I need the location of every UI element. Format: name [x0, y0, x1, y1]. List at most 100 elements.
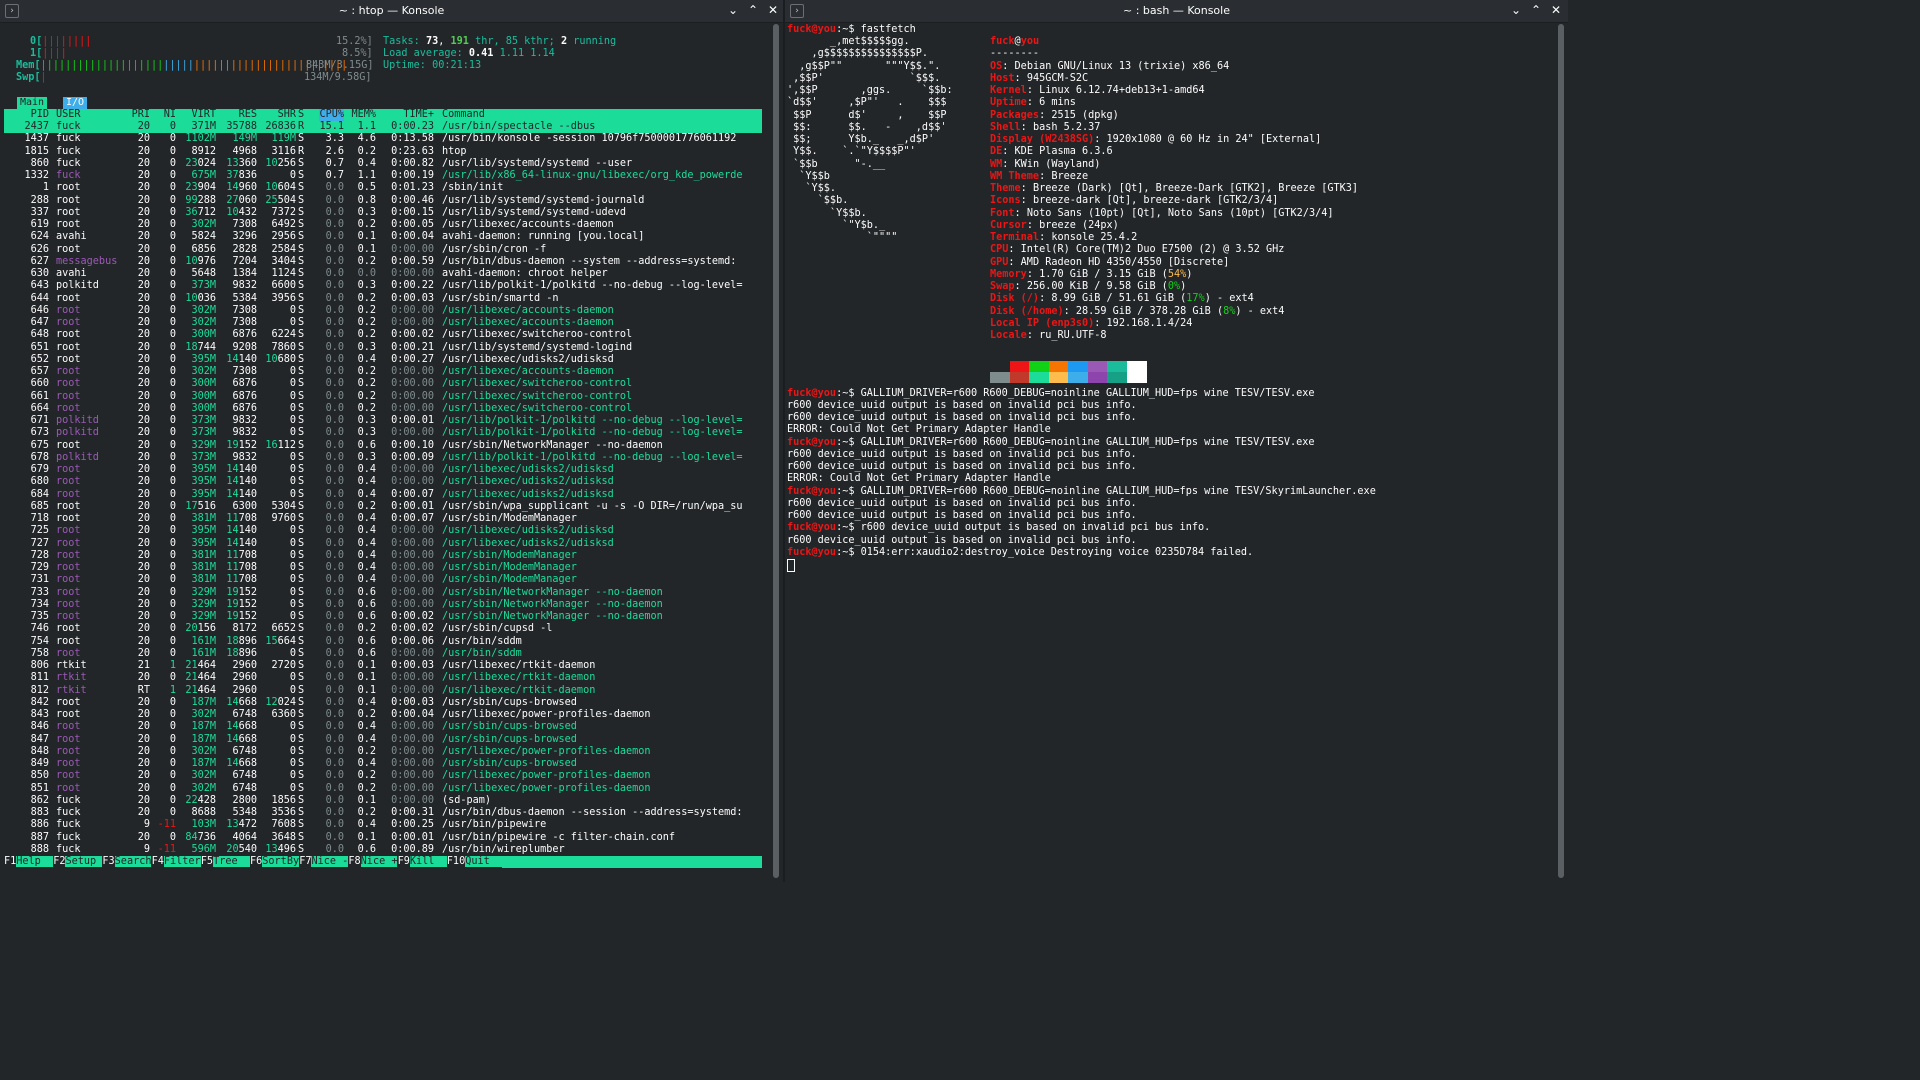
konsole-window-bash[interactable]: › ~ : bash — Konsole ⌄ ⌃ ✕ fuck@you:~$ f… [785, 0, 1568, 882]
column-header-ni[interactable]: NI [164, 109, 176, 121]
process-row[interactable]: 288 root 20 0 99288 27060 25504 S 0.0 0.8 0:00.46/… [4, 195, 762, 207]
process-row[interactable]: 725 root 20 0 395M 14140 0 S 0.0 0.4 0:00.00/usr/l… [4, 525, 762, 537]
column-header-virt[interactable]: VIRT [191, 109, 216, 121]
process-row[interactable]: 627 messagebus 20 0 10976 7204 3404 S 0.0 0.2 0:00… [4, 256, 762, 268]
process-row[interactable]: 678 polkitd 20 0 373M 9832 0 S 0.0 0.3 0:00.09/usr… [4, 452, 762, 464]
process-row[interactable]: 679 root 20 0 395M 14140 0 S 0.0 0.4 0:00.00/usr/l… [4, 464, 762, 476]
process-row[interactable]: 806 rtkit 21 1 21464 2960 2720 S 0.0 0.1 0:00.03/u… [4, 660, 762, 672]
process-row[interactable]: 843 root 20 0 302M 6748 6360 S 0.0 0.2 0:00.04/usr… [4, 709, 762, 721]
process-row[interactable]: 646 root 20 0 302M 7308 0 S 0.0 0.2 0:00.00/usr/li… [4, 305, 762, 317]
column-header-user[interactable]: USER [56, 109, 81, 121]
process-row[interactable]: 746 root 20 0 20156 8172 6652 S 0.0 0.2 0:00.02/us… [4, 623, 762, 635]
process-table-header[interactable]: PID USER PRI NI VIRT RES SHR S CPU% MEM% TIME+ Comm… [4, 109, 762, 122]
fkey-f2[interactable]: F2Setup [53, 856, 103, 868]
process-row[interactable]: 1 root 20 0 23904 14960 10604 S 0.0 0.5 0:01.23/sb… [4, 182, 762, 194]
column-header-mem[interactable]: MEM% [351, 109, 376, 121]
titlebar[interactable]: › ~ : bash — Konsole ⌄ ⌃ ✕ [785, 0, 1568, 23]
process-row[interactable]: 862 fuck 20 0 22428 2800 1856 S 0.0 0.1 0:00.00 (sd… [4, 795, 762, 807]
process-row[interactable]: 671 polkitd 20 0 373M 9832 0 S 0.0 0.3 0:00.01/usr… [4, 415, 762, 427]
process-row[interactable]: 888 fuck 9 -11 596M 20540 13496 S 0.0 0.6 0:00.89 /… [4, 844, 762, 856]
fkey-f10[interactable]: F10Quit [447, 856, 503, 868]
fkey-f5[interactable]: F5Tree [201, 856, 250, 868]
column-header-time[interactable]: TIME+ [403, 109, 434, 121]
process-row[interactable]: 630 avahi 20 0 5648 1384 1124 S 0.0 0.0 0:00.00 ava… [4, 268, 762, 280]
tab-io[interactable]: I/O [63, 97, 88, 109]
process-row[interactable]: 660 root 20 0 300M 6876 0 S 0.0 0.2 0:00.00/usr/li… [4, 378, 762, 390]
maximize-icon[interactable]: ⌃ [745, 2, 761, 18]
column-header-res[interactable]: RES [239, 109, 257, 121]
column-header-pri[interactable]: PRI [132, 109, 150, 121]
scrollbar[interactable] [773, 24, 779, 878]
process-row[interactable]: 661 root 20 0 300M 6876 0 S 0.0 0.2 0:00.00/usr/li… [4, 391, 762, 403]
fkey-f1[interactable]: F1Help [4, 856, 54, 868]
process-row[interactable]: 1437 fuck 20 0 1102M 149M 119M S 3.3 4.6 0:13.58/u… [4, 133, 762, 145]
process-row[interactable]: 644 root 20 0 10036 5384 3956 S 0.0 0.2 0:00.03/us… [4, 293, 762, 305]
process-row[interactable]: 718 root 20 0 381M 11708 9760 S 0.0 0.4 0:00.07/us… [4, 513, 762, 525]
terminal-cursor[interactable] [787, 559, 795, 573]
column-header-s[interactable]: S [298, 109, 304, 121]
process-row[interactable]: 652 root 20 0 395M 14140 10680 S 0.0 0.4 0:00.27/u… [4, 354, 762, 366]
process-row[interactable]: 673 polkitd 20 0 373M 9832 0 S 0.0 0.3 0:00.00/usr… [4, 427, 762, 439]
process-row[interactable]: 849 root 20 0 187M 14668 0 S 0.0 0.4 0:00.00/usr/s… [4, 758, 762, 770]
konsole-window-htop[interactable]: › ~ : htop — Konsole ⌄ ⌃ ✕ 0[|||||||| 15… [0, 0, 783, 882]
scrollbar-thumb[interactable] [1558, 24, 1564, 878]
scrollbar-thumb[interactable] [773, 24, 779, 878]
process-row[interactable]: 733 root 20 0 329M 19152 0 S 0.0 0.6 0:00.00/usr/s… [4, 587, 762, 599]
process-row[interactable]: 886 fuck 9 -11 103M 13472 7608 S 0.0 0.4 0:00.25/u… [4, 819, 762, 831]
process-row[interactable]: 1332 fuck 20 0 675M 37836 0 S 0.7 1.1 0:00.19/usr/… [4, 170, 762, 182]
htop-terminal[interactable]: 0[|||||||| 15.2%] 1[|||| 8.5%] Mem[|||||… [0, 23, 783, 882]
process-row[interactable]: 657 root 20 0 302M 7308 0 S 0.0 0.2 0:00.00/usr/li… [4, 366, 762, 378]
column-header-pid[interactable]: PID [31, 109, 49, 121]
process-row[interactable]: 664 root 20 0 300M 6876 0 S 0.0 0.2 0:00.00/usr/li… [4, 403, 762, 415]
close-icon[interactable]: ✕ [765, 2, 781, 18]
process-row[interactable]: 848 root 20 0 302M 6748 0 S 0.0 0.2 0:00.00/usr/li… [4, 746, 762, 758]
process-row[interactable]: 643 polkitd 20 0 373M 9832 6600 S 0.0 0.3 0:00.22 /… [4, 280, 762, 292]
column-header-cpu[interactable]: CPU% [319, 109, 344, 122]
process-row[interactable]: 626 root 20 0 6856 2828 2584 S 0.0 0.1 0:00.00/usr… [4, 244, 762, 256]
process-row[interactable]: 619 root 20 0 302M 7308 6492 S 0.0 0.2 0:00.05/usr… [4, 219, 762, 231]
close-icon[interactable]: ✕ [1548, 2, 1564, 18]
fkey-f4[interactable]: F4Filter [152, 856, 201, 868]
titlebar[interactable]: › ~ : htop — Konsole ⌄ ⌃ ✕ [0, 0, 783, 23]
process-row[interactable]: 842 root 20 0 187M 14668 12024 S 0.0 0.4 0:00.03/u… [4, 697, 762, 709]
fkey-f8[interactable]: F8Nice + [348, 856, 398, 868]
process-row[interactable]: 887 fuck 20 0 84736 4064 3648 S 0.0 0.1 0:00.01/us… [4, 832, 762, 844]
process-row[interactable]: 731 root 20 0 381M 11708 0 S 0.0 0.4 0:00.00/usr/s… [4, 574, 762, 586]
process-row[interactable]: 728 root 20 0 381M 11708 0 S 0.0 0.4 0:00.00/usr/s… [4, 550, 762, 562]
process-row[interactable]: 846 root 20 0 187M 14668 0 S 0.0 0.4 0:00.00/usr/s… [4, 721, 762, 733]
process-row[interactable]: 684 root 20 0 395M 14140 0 S 0.0 0.4 0:00.07/usr/l… [4, 489, 762, 501]
process-row[interactable]: 754 root 20 0 161M 18896 15664 S 0.0 0.6 0:00.06/u… [4, 636, 762, 648]
process-row[interactable]: 883 fuck 20 0 8688 5348 3536 S 0.0 0.2 0:00.31/usr… [4, 807, 762, 819]
bash-terminal[interactable]: fuck@you:~$ fastfetch _,met$$$$$gg. ,g$$… [785, 23, 1568, 882]
process-row[interactable]: 685 root 20 0 17516 6300 5304 S 0.0 0.2 0:00.01/us… [4, 501, 762, 513]
process-row[interactable]: 1815 fuck 20 0 8912 4968 3116 R 2.6 0.2 0:23.63 hto… [4, 146, 762, 158]
process-row[interactable]: 758 root 20 0 161M 18896 0 S 0.0 0.6 0:00.00/usr/b… [4, 648, 762, 660]
minimize-icon[interactable]: ⌄ [725, 2, 741, 18]
fkey-f3[interactable]: F3Search [102, 856, 152, 868]
process-row[interactable]: 648 root 20 0 300M 6876 6224 S 0.0 0.2 0:00.02/usr… [4, 329, 762, 341]
fkey-f7[interactable]: F7Nice - [299, 856, 349, 868]
process-row[interactable]: 624 avahi 20 0 5824 3296 2956 S 0.0 0.1 0:00.04 ava… [4, 231, 762, 243]
process-row[interactable]: 847 root 20 0 187M 14668 0 S 0.0 0.4 0:00.00/usr/s… [4, 734, 762, 746]
process-row[interactable]: 850 root 20 0 302M 6748 0 S 0.0 0.2 0:00.00/usr/li… [4, 770, 762, 782]
fkey-f6[interactable]: F6SortBy [250, 856, 300, 868]
process-row[interactable]: 812 rtkit RT 1 21464 2960 0 S 0.0 0.1 0:00.00/usr/… [4, 685, 762, 697]
process-row[interactable]: 337 root 20 0 36712 10432 7372 S 0.0 0.3 0:00.15/u… [4, 207, 762, 219]
process-row[interactable]: 729 root 20 0 381M 11708 0 S 0.0 0.4 0:00.00/usr/s… [4, 562, 762, 574]
column-header-shr[interactable]: SHR [278, 109, 296, 121]
process-row[interactable]: 675 root 20 0 329M 19152 16112 S 0.0 0.6 0:00.10/u… [4, 440, 762, 452]
process-row[interactable]: 811 rtkit 20 0 21464 2960 0 S 0.0 0.1 0:00.00/usr/… [4, 672, 762, 684]
process-row[interactable]: 735 root 20 0 329M 19152 0 S 0.0 0.6 0:00.02/usr/s… [4, 611, 762, 623]
process-row[interactable]: 680 root 20 0 395M 14140 0 S 0.0 0.4 0:00.00/usr/l… [4, 476, 762, 488]
tab-main[interactable]: Main [17, 97, 48, 109]
process-row[interactable]: 2437 fuck 20 0 371M 35788 26836 R 15.1 1.1 0:00.23… [4, 121, 762, 134]
process-row[interactable]: 851 root 20 0 302M 6748 0 S 0.0 0.2 0:00.00/usr/li… [4, 783, 762, 795]
scrollbar[interactable] [1558, 24, 1564, 878]
function-key-bar[interactable]: F1Help F2Setup F3Search F4Filter F5Tree F6… [4, 856, 762, 868]
process-row[interactable]: 860 fuck 20 0 23024 13360 10256 S 0.7 0.4 0:00.82 /… [4, 158, 762, 170]
process-row[interactable]: 734 root 20 0 329M 19152 0 S 0.0 0.6 0:00.00/usr/s… [4, 599, 762, 611]
process-row[interactable]: 647 root 20 0 302M 7308 0 S 0.0 0.2 0:00.00/usr/li… [4, 317, 762, 329]
fkey-f9[interactable]: F9Kill [398, 856, 447, 868]
column-header-command[interactable]: Command [442, 109, 485, 121]
process-row[interactable]: 727 root 20 0 395M 14140 0 S 0.0 0.4 0:00.00/usr/l… [4, 538, 762, 550]
